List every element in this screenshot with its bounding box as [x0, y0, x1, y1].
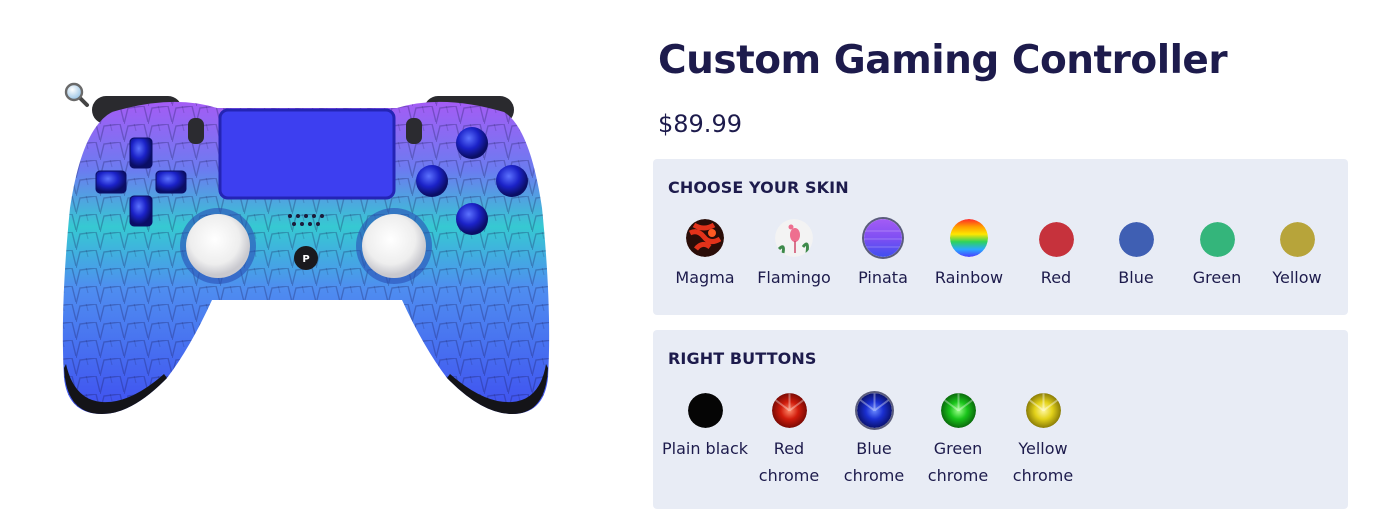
right-buttons-options: Plain black Red chrome Blue chrome Green… — [653, 390, 1348, 500]
skin-option-green[interactable]: Green — [1172, 219, 1262, 291]
skin-panel: CHOOSE YOUR SKIN Magma Flamingo Pinata R… — [653, 159, 1348, 315]
red-chrome-swatch — [771, 393, 807, 428]
skin-option-label: Flamingo — [757, 268, 831, 287]
right-buttons-panel: RIGHT BUTTONS Plain black Red chrome Blu… — [653, 330, 1348, 509]
skin-option-rainbow[interactable]: Rainbow — [924, 219, 1014, 291]
magma-swatch — [686, 219, 724, 257]
right-button-option-plain-black[interactable]: Plain black — [660, 390, 750, 462]
product-price: $89.99 — [658, 110, 742, 138]
product-image[interactable]: P — [52, 88, 560, 424]
skin-option-label: Yellow — [1272, 268, 1322, 287]
skin-options: Magma Flamingo Pinata Rainbow Red Blue G… — [653, 219, 1348, 329]
right-button-option-yellow-chrome[interactable]: Yellow chrome — [998, 390, 1088, 489]
skin-option-flamingo[interactable]: Flamingo — [749, 219, 839, 291]
skin-option-yellow[interactable]: Yellow — [1252, 219, 1342, 291]
right-button-option-label: Yellow chrome — [1012, 439, 1074, 485]
skin-option-red[interactable]: Red — [1011, 219, 1101, 291]
flamingo-swatch — [775, 219, 813, 257]
yellow-swatch — [1279, 222, 1315, 257]
right-button-option-label: Green chrome — [927, 439, 989, 485]
svg-text:P: P — [302, 254, 309, 265]
skin-panel-title: CHOOSE YOUR SKIN — [668, 178, 849, 197]
red-swatch — [1038, 222, 1074, 257]
skin-option-label: Blue — [1118, 268, 1154, 287]
plain-black-swatch — [687, 393, 723, 428]
skin-option-pinata[interactable]: Pinata — [838, 219, 928, 291]
right-button-option-red-chrome[interactable]: Red chrome — [744, 390, 834, 489]
skin-option-magma[interactable]: Magma — [660, 219, 750, 291]
right-button-option-label: Plain black — [661, 439, 749, 458]
blue-chrome-swatch — [856, 393, 892, 428]
right-buttons-panel-title: RIGHT BUTTONS — [668, 349, 817, 368]
skin-option-label: Pinata — [858, 268, 908, 287]
skin-option-label: Green — [1192, 268, 1242, 287]
yellow-chrome-swatch — [1025, 393, 1061, 428]
skin-option-label: Rainbow — [934, 268, 1004, 287]
skin-option-blue[interactable]: Blue — [1091, 219, 1181, 291]
playstation-logo-icon: P — [294, 246, 318, 270]
skin-option-label: Magma — [675, 268, 735, 287]
green-chrome-swatch — [940, 393, 976, 428]
blue-swatch — [1118, 222, 1154, 257]
controller-image: P — [62, 96, 550, 414]
rainbow-swatch — [950, 219, 988, 257]
right-button-option-green-chrome[interactable]: Green chrome — [913, 390, 1003, 489]
product-title: Custom Gaming Controller — [658, 38, 1228, 83]
pinata-swatch — [864, 219, 902, 257]
right-button-option-label: Red chrome — [758, 439, 820, 485]
green-swatch — [1199, 222, 1235, 257]
right-button-option-label: Blue chrome — [843, 439, 905, 485]
skin-option-label: Red — [1040, 268, 1072, 287]
right-button-option-blue-chrome[interactable]: Blue chrome — [829, 390, 919, 489]
